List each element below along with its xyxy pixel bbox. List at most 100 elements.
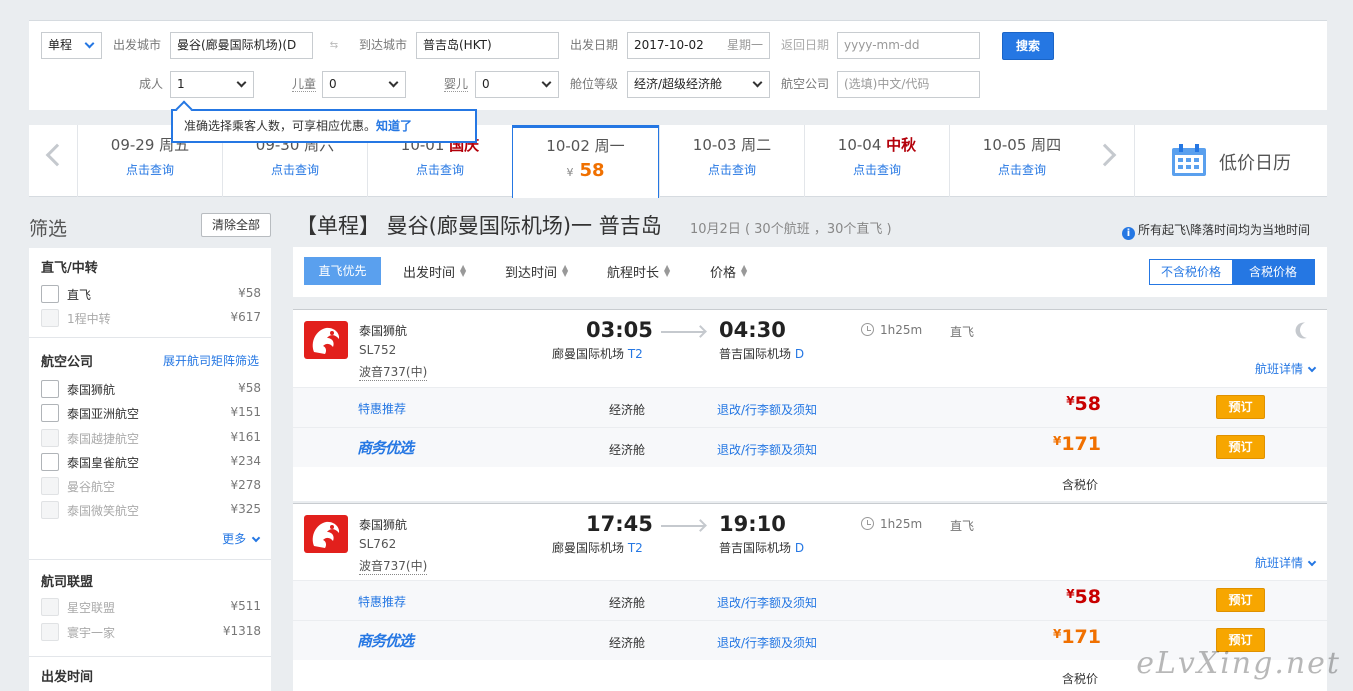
fare-rules-link[interactable]: 退改/行李额及须知 bbox=[717, 594, 817, 611]
filter-option-direct[interactable]: 直飞 ¥58 bbox=[41, 284, 261, 304]
query-link[interactable]: 点击查询 bbox=[950, 161, 1094, 178]
option-price: ¥58 bbox=[238, 381, 261, 395]
fare-rules-link[interactable]: 退改/行李额及须知 bbox=[717, 441, 817, 458]
from-city-input[interactable]: 曼谷(廊曼国际机场)(D bbox=[170, 32, 313, 59]
option-name: 泰国狮航 bbox=[67, 383, 116, 397]
query-link[interactable]: 点击查询 bbox=[660, 161, 804, 178]
airline-logo bbox=[304, 515, 348, 553]
filter-option-alliance[interactable]: 星空联盟 ¥511 bbox=[41, 597, 261, 617]
airline-logo bbox=[304, 321, 348, 359]
chevron-down-icon bbox=[541, 77, 552, 88]
filter-option-airline[interactable]: 泰国越捷航空 ¥161 bbox=[41, 428, 261, 448]
swap-cities-icon[interactable]: ⇆ bbox=[319, 38, 349, 54]
checkbox[interactable] bbox=[41, 380, 59, 398]
query-link[interactable]: 点击查询 bbox=[78, 161, 222, 178]
next-dates-icon[interactable] bbox=[1093, 143, 1117, 167]
flight-details-link[interactable]: 航班详情 bbox=[1255, 554, 1317, 571]
book-button[interactable]: 预订 bbox=[1216, 435, 1265, 459]
sort-arrive-time[interactable]: 到达时间 ▲ ▼ bbox=[505, 262, 569, 282]
airline-name: 泰国狮航 bbox=[359, 518, 408, 532]
filter-option-airline[interactable]: 泰国皇雀航空 ¥234 bbox=[41, 452, 261, 472]
checkbox[interactable] bbox=[41, 501, 59, 519]
sort-duration[interactable]: 航程时长 ▲ ▼ bbox=[607, 262, 670, 282]
option-price: ¥161 bbox=[230, 430, 261, 444]
clear-all-button[interactable]: 清除全部 bbox=[201, 213, 271, 237]
fare-price: ¥171 bbox=[1052, 626, 1101, 648]
checkbox[interactable] bbox=[41, 429, 59, 447]
excl-tax-option[interactable]: 不含税价格 bbox=[1150, 260, 1232, 284]
chevron-down-icon bbox=[752, 77, 763, 88]
filter-option-alliance[interactable]: 寰宇一家 ¥1318 bbox=[41, 622, 261, 642]
date-cell-1003[interactable]: 10-03 周二 点击查询 bbox=[659, 125, 804, 197]
infant-count-select[interactable]: 0 bbox=[475, 71, 559, 98]
low-price-calendar[interactable]: 低价日历 bbox=[1134, 125, 1327, 197]
cabin-class: 经济舱 bbox=[609, 636, 646, 650]
filter-option-airline[interactable]: 泰国微笑航空 ¥325 bbox=[41, 500, 261, 520]
filter-option-airline[interactable]: 曼谷航空 ¥278 bbox=[41, 476, 261, 496]
checkbox[interactable] bbox=[41, 623, 59, 641]
fare-rules-link[interactable]: 退改/行李额及须知 bbox=[717, 401, 817, 418]
date-cell-1002-selected[interactable]: 10-02 周一 ¥58 bbox=[512, 125, 659, 198]
chevron-down-icon bbox=[388, 77, 399, 88]
adult-count-select[interactable]: 1 bbox=[170, 71, 254, 98]
cabin-class: 经济舱 bbox=[609, 443, 646, 457]
query-link[interactable]: 点击查询 bbox=[223, 161, 367, 178]
fare-row: 特惠推荐 经济舱 退改/行李额及须知 ¥58 预订 bbox=[293, 580, 1327, 620]
date-label: 10-02 周一 bbox=[546, 137, 625, 155]
return-date-input[interactable]: yyyy-mm-dd bbox=[837, 32, 980, 59]
checkbox[interactable] bbox=[41, 309, 59, 327]
airline-label: 航空公司 bbox=[781, 77, 830, 91]
filter-option-airline[interactable]: 泰国亚洲航空 ¥151 bbox=[41, 403, 261, 423]
checkbox[interactable] bbox=[41, 477, 59, 495]
search-panel: 单程 出发城市 曼谷(廊曼国际机场)(D ⇆ 到达城市 普吉岛(HKT) 出发日… bbox=[29, 20, 1327, 110]
child-count-select[interactable]: 0 bbox=[322, 71, 406, 98]
tooltip-dismiss-link[interactable]: 知道了 bbox=[376, 119, 412, 133]
airline-matrix-link[interactable]: 展开航司矩阵筛选 bbox=[163, 352, 259, 369]
cabin-class-select[interactable]: 经济/超级经济舱 bbox=[627, 71, 770, 98]
option-name: 泰国微笑航空 bbox=[67, 504, 140, 518]
checkbox[interactable] bbox=[41, 285, 59, 303]
book-button[interactable]: 预订 bbox=[1216, 395, 1265, 419]
chevron-down-icon bbox=[1307, 363, 1317, 373]
cabin-class: 经济舱 bbox=[609, 403, 646, 417]
incl-tax-option[interactable]: 含税价格 bbox=[1232, 260, 1314, 284]
checkbox[interactable] bbox=[41, 453, 59, 471]
depart-date-value: 2017-10-02 bbox=[634, 38, 704, 52]
depart-date-input[interactable]: 2017-10-02 星期一 bbox=[627, 32, 770, 59]
sort-icon: ▲ ▼ bbox=[562, 263, 569, 278]
clock-icon bbox=[861, 323, 874, 336]
airline-input[interactable]: (选填)中文/代码 bbox=[837, 71, 980, 98]
tooltip-text: 准确选择乘客人数，可享相应优惠。 bbox=[184, 119, 377, 133]
sort-price[interactable]: 价格 ▲ ▼ bbox=[710, 262, 747, 282]
query-link[interactable]: 点击查询 bbox=[805, 161, 949, 178]
filter-airlines-head: 航空公司 bbox=[41, 355, 94, 370]
query-link[interactable]: 点击查询 bbox=[368, 161, 512, 178]
arrival-airport: 普吉国际机场 D bbox=[719, 541, 805, 555]
tax-included-note: 含税价 bbox=[1062, 478, 1099, 492]
flight-details-link[interactable]: 航班详情 bbox=[1255, 360, 1317, 377]
to-city-label: 到达城市 bbox=[359, 38, 408, 52]
date-cell-1004[interactable]: 10-04 中秋 点击查询 bbox=[804, 125, 949, 197]
airline-name: 泰国狮航 bbox=[359, 324, 408, 338]
fare-rules-link[interactable]: 退改/行李额及须知 bbox=[717, 634, 817, 651]
sort-bar: 直飞优先 出发时间 ▲ ▼ 到达时间 ▲ ▼ 航程时长 ▲ ▼ 价格 ▲ ▼ 不含税价格 含税价… bbox=[293, 247, 1327, 297]
aircraft-type[interactable]: 波音737(中) bbox=[359, 557, 428, 575]
book-button[interactable]: 预订 bbox=[1216, 588, 1265, 612]
show-more-airlines-link[interactable]: 更多 bbox=[222, 530, 261, 547]
sort-direct-first[interactable]: 直飞优先 bbox=[304, 257, 381, 285]
checkbox[interactable] bbox=[41, 598, 59, 616]
trip-type-select[interactable]: 单程 bbox=[41, 32, 102, 59]
prev-dates-icon[interactable] bbox=[45, 143, 69, 167]
flight-arrow-icon bbox=[661, 525, 705, 527]
date-cell-1005[interactable]: 10-05 周四 点击查询 bbox=[949, 125, 1094, 197]
filter-option-airline[interactable]: 泰国狮航 ¥58 bbox=[41, 379, 261, 399]
sort-depart-time[interactable]: 出发时间 ▲ ▼ bbox=[403, 262, 466, 282]
filter-option-transfer[interactable]: 1程中转 ¥617 bbox=[41, 308, 261, 328]
search-button[interactable]: 搜索 bbox=[1002, 32, 1054, 60]
checkbox[interactable] bbox=[41, 404, 59, 422]
to-city-input[interactable]: 普吉岛(HKT) bbox=[416, 32, 559, 59]
chevron-down-icon bbox=[236, 77, 247, 88]
fare-tag: 特惠推荐 bbox=[358, 402, 407, 416]
route-summary: 10月2日 ( 30个航班 ，30个直飞 ) bbox=[690, 222, 892, 237]
aircraft-type[interactable]: 波音737(中) bbox=[359, 363, 428, 381]
